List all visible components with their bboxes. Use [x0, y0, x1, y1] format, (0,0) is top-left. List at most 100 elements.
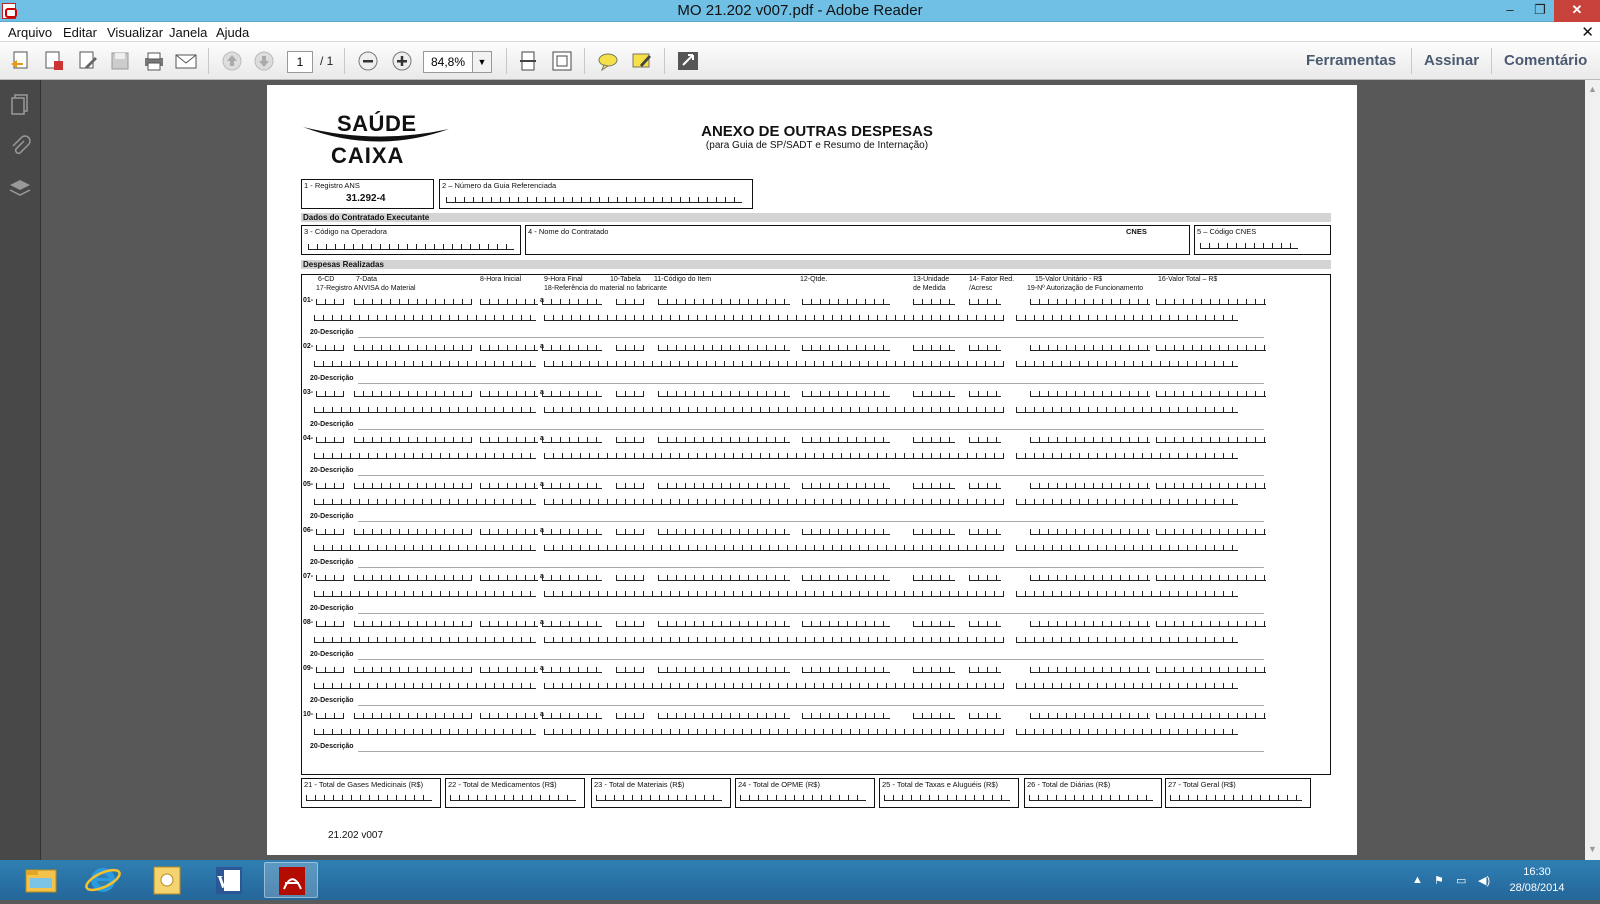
entry-field[interactable]	[616, 299, 644, 305]
save-icon[interactable]	[108, 50, 132, 72]
entry-field[interactable]	[544, 407, 1004, 413]
entry-field[interactable]	[316, 621, 344, 627]
entry-field[interactable]	[314, 315, 536, 321]
description-field[interactable]	[358, 751, 1264, 752]
entry-field[interactable]	[314, 683, 536, 689]
entry-field[interactable]	[969, 391, 1001, 397]
sign-link[interactable]: Assinar	[1424, 52, 1479, 69]
entry-field[interactable]	[544, 453, 1004, 459]
entry-field[interactable]	[316, 437, 344, 443]
entry-field[interactable]	[969, 621, 1001, 627]
entry-field[interactable]	[616, 713, 644, 719]
entry-field[interactable]	[1030, 575, 1150, 581]
entry-field[interactable]	[913, 667, 955, 673]
entry-field[interactable]	[913, 713, 955, 719]
entry-field[interactable]	[480, 621, 538, 627]
entry-field[interactable]	[316, 529, 344, 535]
entry-field[interactable]	[480, 713, 538, 719]
field-registro-ans[interactable]: 1 - Registro ANS 31.292-4	[301, 179, 434, 209]
entry-field[interactable]	[969, 299, 1001, 305]
entry-field[interactable]	[544, 591, 1004, 597]
field-codigo-operadora[interactable]: 3 - Código na Operadora	[301, 225, 521, 255]
entry-field[interactable]	[544, 315, 1004, 321]
entry-field[interactable]	[658, 667, 790, 673]
highlight-icon[interactable]	[630, 50, 654, 72]
entry-field[interactable]	[314, 361, 536, 367]
description-field[interactable]	[358, 429, 1264, 430]
file-explorer-icon[interactable]	[14, 862, 68, 898]
entry-field[interactable]	[354, 667, 472, 673]
action-center-flag-icon[interactable]: ⚑	[1434, 874, 1444, 887]
entry-field[interactable]	[658, 299, 790, 305]
open-file-icon[interactable]	[8, 50, 32, 72]
entry-field[interactable]	[1030, 391, 1150, 397]
internet-explorer-icon[interactable]	[76, 862, 130, 898]
entry-field[interactable]	[616, 575, 644, 581]
entry-field[interactable]	[802, 529, 890, 535]
description-field[interactable]	[358, 383, 1264, 384]
entry-field[interactable]	[969, 575, 1001, 581]
entry-field[interactable]	[616, 621, 644, 627]
entry-field[interactable]	[1016, 591, 1238, 597]
entry-field[interactable]	[1016, 683, 1238, 689]
entry-field[interactable]	[913, 391, 955, 397]
entry-field[interactable]	[354, 345, 472, 351]
entry-field[interactable]	[542, 529, 602, 535]
edit-pdf-icon[interactable]	[76, 50, 100, 72]
entry-field[interactable]	[1156, 391, 1266, 397]
field-nome-contratado[interactable]: 4 - Nome do Contratado CNES	[525, 225, 1190, 255]
entry-field[interactable]	[658, 345, 790, 351]
entry-field[interactable]	[316, 667, 344, 673]
entry-field[interactable]	[802, 391, 890, 397]
zoom-in-icon[interactable]	[390, 50, 414, 72]
entry-field[interactable]	[1030, 713, 1150, 719]
entry-field[interactable]	[542, 483, 602, 489]
entry-field[interactable]	[542, 299, 602, 305]
tools-link[interactable]: Ferramentas	[1306, 52, 1396, 69]
layers-icon[interactable]	[8, 176, 32, 200]
show-hidden-icons-icon[interactable]: ▲	[1412, 874, 1423, 886]
total-field[interactable]: 27 - Total Geral (R$)	[1165, 778, 1311, 808]
entry-field[interactable]	[616, 345, 644, 351]
entry-field[interactable]	[802, 483, 890, 489]
description-field[interactable]	[358, 567, 1264, 568]
description-field[interactable]	[358, 337, 1264, 338]
document-close-icon[interactable]: ✕	[1581, 23, 1594, 41]
entry-field[interactable]	[1156, 529, 1266, 535]
volume-icon[interactable]: ◀)	[1478, 874, 1490, 887]
entry-field[interactable]	[616, 391, 644, 397]
entry-field[interactable]	[1016, 545, 1238, 551]
page-thumbnails-icon[interactable]	[8, 92, 32, 116]
entry-field[interactable]	[480, 575, 538, 581]
entry-field[interactable]	[542, 345, 602, 351]
entry-field[interactable]	[616, 529, 644, 535]
entry-field[interactable]	[1156, 345, 1266, 351]
entry-field[interactable]	[316, 299, 344, 305]
total-field[interactable]: 21 - Total de Gases Medicinais (R$)	[301, 778, 441, 808]
entry-field[interactable]	[969, 713, 1001, 719]
field-numero-guia[interactable]: 2 – Número da Guia Referenciada	[439, 179, 753, 209]
entry-field[interactable]	[1016, 407, 1238, 413]
entry-field[interactable]	[542, 621, 602, 627]
menu-visualizar[interactable]: Visualizar	[107, 25, 163, 40]
entry-field[interactable]	[354, 529, 472, 535]
description-field[interactable]	[358, 613, 1264, 614]
entry-field[interactable]	[314, 729, 536, 735]
entry-field[interactable]	[1156, 299, 1266, 305]
entry-field[interactable]	[913, 621, 955, 627]
entry-field[interactable]	[354, 483, 472, 489]
entry-field[interactable]	[544, 729, 1004, 735]
entry-field[interactable]	[1016, 499, 1238, 505]
entry-field[interactable]	[969, 483, 1001, 489]
entry-field[interactable]	[658, 713, 790, 719]
entry-field[interactable]	[354, 621, 472, 627]
description-field[interactable]	[358, 659, 1264, 660]
entry-field[interactable]	[1030, 667, 1150, 673]
zoom-dropdown-icon[interactable]: ▼	[472, 51, 492, 73]
menu-arquivo[interactable]: Arquivo	[8, 25, 52, 40]
field-codigo-cnes[interactable]: 5 – Código CNES	[1194, 225, 1331, 255]
entry-field[interactable]	[1016, 637, 1238, 643]
entry-field[interactable]	[354, 713, 472, 719]
entry-field[interactable]	[1016, 453, 1238, 459]
entry-field[interactable]	[913, 575, 955, 581]
